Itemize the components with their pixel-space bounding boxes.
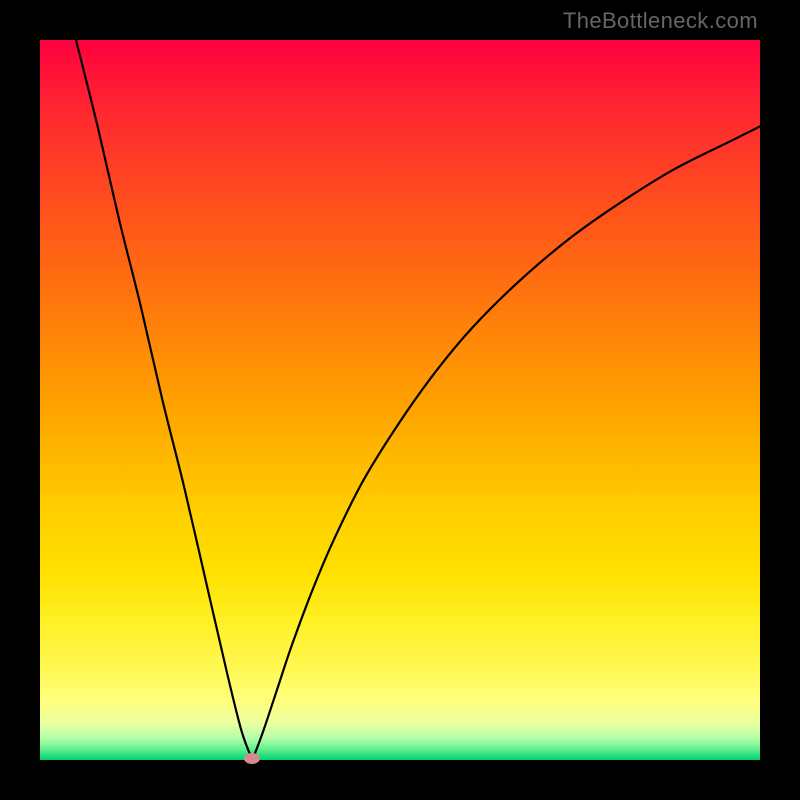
bottleneck-curve bbox=[40, 40, 760, 760]
plot-area bbox=[40, 40, 760, 760]
watermark-text: TheBottleneck.com bbox=[563, 8, 758, 34]
minimum-marker bbox=[244, 753, 260, 764]
chart-frame: TheBottleneck.com bbox=[0, 0, 800, 800]
